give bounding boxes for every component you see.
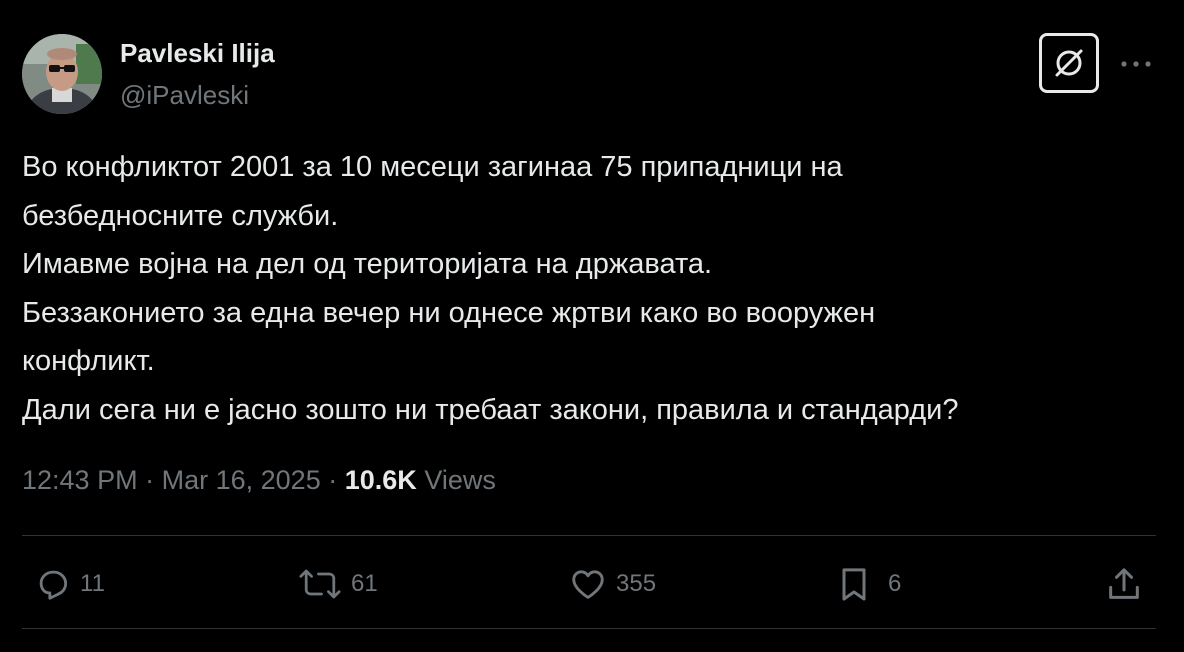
divider: [22, 628, 1156, 629]
tweet-line: Имавме војна на дел од територијата на д…: [22, 248, 713, 280]
avatar[interactable]: [22, 34, 102, 114]
avatar-photo: [22, 34, 102, 114]
grok-button[interactable]: [1039, 33, 1099, 93]
views-count[interactable]: 10.6K: [345, 465, 417, 495]
author-handle[interactable]: @iPavleski: [120, 80, 249, 111]
action-bar: 11 61 355 6: [22, 556, 1156, 612]
tweet-line: безбедносните служби.: [22, 199, 339, 232]
tweet-time[interactable]: 12:43 PM: [22, 465, 138, 495]
tweet-line: конфликт.: [22, 345, 155, 377]
share-button[interactable]: [1104, 556, 1144, 612]
tweet-meta: 12:43 PM · Mar 16, 2025 · 10.6K Views: [22, 465, 496, 496]
divider: [22, 535, 1156, 536]
more-button[interactable]: [1116, 52, 1156, 76]
like-button[interactable]: 355: [568, 556, 656, 612]
bookmark-button[interactable]: 6: [834, 556, 901, 612]
repost-button[interactable]: 61: [297, 556, 378, 612]
share-icon: [1109, 568, 1139, 599]
like-count: 355: [616, 570, 657, 597]
heart-icon: [572, 570, 604, 599]
author-name[interactable]: Pavleski Ilija: [120, 38, 275, 69]
reply-icon: [39, 570, 68, 600]
bookmark-icon: [842, 568, 866, 601]
meta-separator: ·: [328, 465, 338, 495]
repost-count: 61: [351, 570, 378, 597]
repost-icon: [299, 569, 341, 599]
reply-button[interactable]: 11: [34, 556, 105, 612]
bookmark-count: 6: [888, 570, 902, 597]
tweet-text: Во конфликтот 2001 за 10 месеци загинаа …: [22, 143, 1152, 434]
tweet-line: Беззаконието за една вечер ни однесе жрт…: [22, 296, 876, 329]
tweet-line: Во конфликтот 2001 за 10 месеци загинаа …: [22, 151, 843, 183]
views-label[interactable]: Views: [424, 465, 496, 495]
more-icon: [1121, 61, 1151, 67]
tweet-line: Дали сега ни е јасно зошто ни требаат за…: [22, 393, 959, 426]
meta-separator: ·: [145, 465, 155, 495]
reply-count: 11: [80, 570, 105, 597]
tweet-date[interactable]: Mar 16, 2025: [162, 465, 321, 495]
grok-icon: [1055, 49, 1083, 77]
